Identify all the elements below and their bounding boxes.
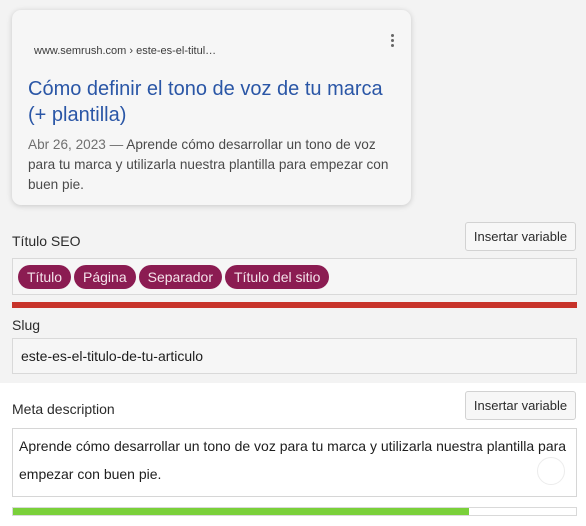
preview-description-block: Abr 26, 2023 — Aprende cómo desarrollar … bbox=[28, 135, 398, 195]
variable-chip[interactable]: Página bbox=[74, 265, 136, 289]
meta-description-textarea[interactable]: Aprende cómo desarrollar un tono de voz … bbox=[12, 428, 577, 497]
preview-url: www.semrush.com › este-es-el-titul… bbox=[34, 45, 217, 57]
meta-description-progress-fill bbox=[13, 508, 470, 515]
preview-date: Abr 26, 2023 bbox=[28, 137, 106, 152]
seo-title-insert-variable-button[interactable]: Insertar variable bbox=[465, 222, 576, 251]
meta-description-insert-variable-button[interactable]: Insertar variable bbox=[465, 391, 576, 420]
variable-chip[interactable]: Título bbox=[18, 265, 72, 289]
seo-title-progress-bar bbox=[12, 302, 577, 308]
meta-description-text: Aprende cómo desarrollar un tono de voz … bbox=[19, 438, 567, 482]
meta-description-label: Meta description bbox=[12, 401, 115, 417]
preview-title[interactable]: Cómo definir el tono de voz de tu marca … bbox=[28, 76, 398, 128]
seo-title-field[interactable]: Título Página Separador Título del sitio bbox=[12, 258, 577, 295]
variable-chip[interactable]: Título del sitio bbox=[225, 265, 330, 289]
slug-label: Slug bbox=[12, 317, 41, 333]
slug-input[interactable]: este-es-el-titulo-de-tu-articulo bbox=[12, 338, 577, 374]
seo-title-label: Título SEO bbox=[12, 233, 81, 249]
preview-separator: — bbox=[105, 137, 127, 152]
serp-preview-card: www.semrush.com › este-es-el-titul… Cómo… bbox=[12, 10, 411, 205]
meta-description-progress-bar bbox=[12, 507, 577, 516]
kebab-menu-icon[interactable] bbox=[388, 34, 396, 50]
variable-chip[interactable]: Separador bbox=[138, 265, 222, 289]
textarea-resize-icon[interactable] bbox=[537, 457, 565, 485]
